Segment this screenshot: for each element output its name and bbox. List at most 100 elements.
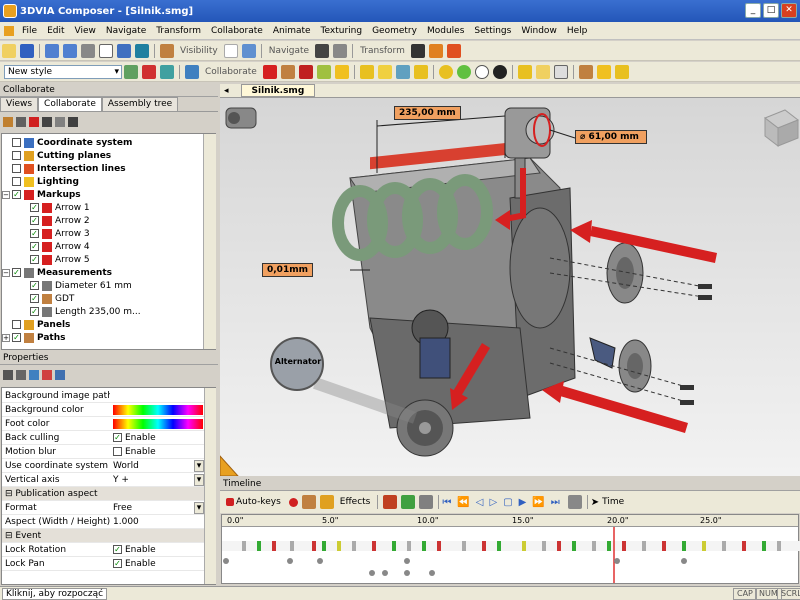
tree-scrollbar[interactable] [203, 134, 216, 349]
tree-expand-icon[interactable]: − [2, 190, 10, 199]
cube-3-icon[interactable] [395, 64, 410, 79]
time-mode-combo[interactable]: Time [602, 497, 624, 507]
property-row[interactable]: Lock Rotation ✓ Enable [2, 543, 204, 557]
tree-item[interactable]: Coordinate system [2, 136, 202, 149]
key-icon[interactable] [288, 497, 298, 507]
tree-checkbox[interactable]: ✓ [30, 203, 39, 212]
grid-icon[interactable] [42, 117, 52, 127]
tree-item[interactable]: ✓ GDT [2, 292, 202, 305]
scatter-icon[interactable] [68, 117, 78, 127]
property-value[interactable]: Free ▾ [110, 501, 204, 514]
document-tab[interactable]: Silnik.smg [240, 84, 316, 97]
sphere-green-icon[interactable] [456, 64, 471, 79]
key-move-icon[interactable] [401, 495, 416, 509]
chevron-down-icon[interactable]: ▾ [194, 501, 204, 514]
tree-item[interactable]: ✓ Arrow 4 [2, 240, 202, 253]
menu-view[interactable]: View [70, 26, 101, 36]
playback-controls[interactable]: ⏮⏪◁▷▢▶⏩⏭ [442, 497, 565, 508]
timeline-keys[interactable] [222, 527, 800, 583]
sphere-black-icon[interactable] [492, 64, 507, 79]
property-value[interactable]: ✓ Enable [110, 545, 204, 555]
key-delete-icon[interactable] [419, 495, 434, 509]
tree-expand-icon[interactable]: + [2, 333, 10, 342]
tree-checkbox[interactable] [12, 164, 21, 173]
property-value[interactable]: World ▾ [110, 459, 204, 472]
tree-checkbox[interactable] [12, 138, 21, 147]
property-value[interactable]: 1.000 [110, 517, 204, 527]
property-row[interactable]: Background image path [2, 389, 204, 403]
key-add-icon[interactable] [383, 495, 398, 509]
tab-assembly-tree[interactable]: Assembly tree [101, 97, 179, 111]
close-button[interactable]: ✕ [781, 3, 797, 18]
eraser-icon[interactable] [241, 43, 256, 58]
property-row[interactable]: Back culling ✓ Enable [2, 431, 204, 445]
tree-item[interactable]: ✓ Arrow 2 [2, 214, 202, 227]
autokeys-button[interactable]: Auto-keys [236, 497, 281, 507]
collaborate-icon[interactable] [185, 64, 199, 79]
tree-checkbox[interactable]: ✓ [30, 281, 39, 290]
dimension-length-label[interactable]: 235,00 mm [394, 106, 461, 120]
property-value[interactable] [110, 418, 204, 429]
paint-key-icon[interactable] [301, 495, 316, 509]
sort-az-icon[interactable] [16, 370, 26, 380]
box-2-icon[interactable] [535, 64, 550, 79]
cursor-icon[interactable] [117, 43, 131, 58]
tree-checkbox[interactable]: ✓ [30, 242, 39, 251]
move-icon[interactable] [315, 43, 330, 58]
tree-checkbox[interactable]: ✓ [30, 294, 39, 303]
tree-item[interactable]: Lighting [2, 175, 202, 188]
style-edit-icon[interactable] [160, 64, 174, 79]
property-row[interactable]: Vertical axis Y + ▾ [2, 473, 204, 487]
tab-collaborate[interactable]: Collaborate [38, 97, 102, 111]
record-icon[interactable] [226, 498, 234, 506]
save-icon[interactable] [20, 43, 34, 58]
property-value[interactable]: Y + ▾ [110, 473, 204, 486]
box-select-icon[interactable] [99, 43, 113, 58]
color-swatch[interactable] [113, 418, 203, 429]
dimension-gdt-label[interactable]: 0,01mm [262, 263, 313, 277]
tree-item[interactable]: ✓ Arrow 1 [2, 201, 202, 214]
property-row[interactable]: Motion blur Enable [2, 445, 204, 459]
tree-checkbox[interactable]: ✓ [30, 255, 39, 264]
tree-item[interactable]: Cutting planes [2, 149, 202, 162]
pivot-icon[interactable] [428, 43, 443, 58]
property-checkbox[interactable]: ✓ [113, 433, 122, 442]
tree-checkbox[interactable] [12, 320, 21, 329]
property-row[interactable]: ⊟ Event [2, 529, 204, 543]
crate-icon[interactable] [578, 64, 593, 79]
property-row[interactable]: Lock Pan ✓ Enable [2, 557, 204, 571]
timeline-track[interactable]: 0.0" 5.0" 10.0" 15.0" 20.0" 25.0" [221, 514, 800, 584]
shape-2-icon[interactable] [614, 64, 629, 79]
label-markup-icon[interactable] [280, 64, 295, 79]
chevron-down-icon[interactable]: ▾ [194, 459, 204, 472]
tree-checkbox[interactable]: ✓ [12, 268, 21, 277]
property-value[interactable] [110, 404, 204, 415]
menu-file[interactable]: File [17, 26, 42, 36]
tree-expand-icon[interactable]: − [2, 268, 10, 277]
refresh-icon[interactable] [42, 370, 52, 380]
menu-settings[interactable]: Settings [469, 26, 516, 36]
menu-edit[interactable]: Edit [42, 26, 69, 36]
tree-item[interactable]: Panels [2, 318, 202, 331]
light-icon[interactable] [334, 64, 349, 79]
menu-navigate[interactable]: Navigate [101, 26, 151, 36]
frame-icon[interactable] [333, 43, 348, 58]
tree-item[interactable]: ✓ Length 235,00 m... [2, 305, 202, 318]
style-delete-icon[interactable] [142, 64, 156, 79]
menu-transform[interactable]: Transform [151, 26, 206, 36]
new-icon[interactable] [2, 43, 16, 58]
property-value[interactable]: ✓ Enable [110, 433, 204, 443]
property-row[interactable]: Background color [2, 403, 204, 417]
pointer-icon[interactable]: ➤ [591, 497, 599, 508]
dimension-diameter-label[interactable]: ⌀ 61,00 mm [575, 130, 647, 144]
menu-help[interactable]: Help [562, 26, 593, 36]
sphere-yellow-icon[interactable] [438, 64, 453, 79]
menu-texturing[interactable]: Texturing [316, 26, 368, 36]
visibility-toggle-icon[interactable] [223, 43, 238, 58]
cube-2-icon[interactable] [377, 64, 392, 79]
chevron-down-icon[interactable]: ▾ [194, 473, 204, 486]
move-node-icon[interactable] [55, 117, 65, 127]
tree-checkbox[interactable]: ✓ [30, 229, 39, 238]
tree-item[interactable]: ✓ Arrow 3 [2, 227, 202, 240]
menu-collaborate[interactable]: Collaborate [206, 26, 268, 36]
